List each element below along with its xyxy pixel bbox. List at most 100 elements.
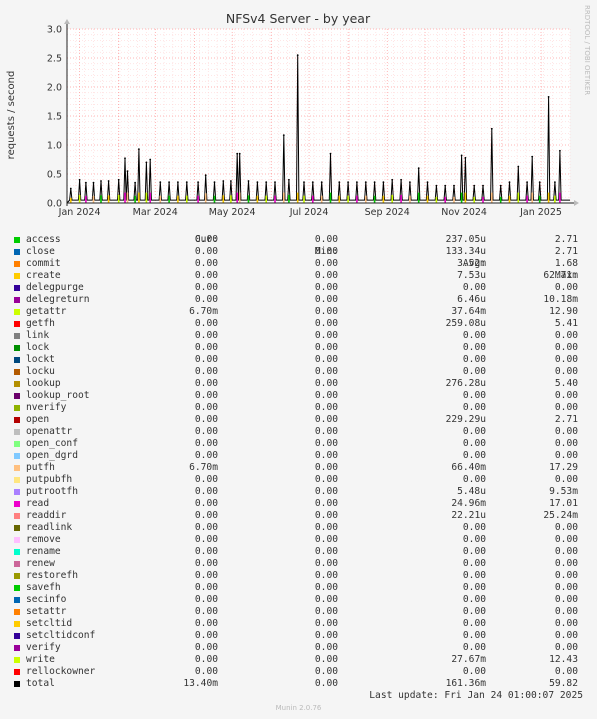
legend-swatch: [14, 501, 20, 507]
series-area-component: [554, 195, 556, 203]
data-point-total: [238, 152, 241, 155]
series-area-component: [453, 196, 455, 203]
series-area-component: [482, 196, 484, 203]
legend-name: verify: [26, 642, 61, 653]
series-area-component: [373, 195, 376, 203]
legend-cur: 0.00: [194, 294, 218, 305]
data-point-total: [124, 157, 126, 160]
series-area-component: [347, 195, 349, 203]
series-area-component: [531, 192, 533, 203]
series-area-component: [265, 195, 267, 203]
legend-min: 0.00: [314, 582, 338, 593]
legend-cur: 0.00: [194, 450, 218, 461]
legend-row-getattr: getattr 6.70m 0.00 37.64m 12.90: [0, 306, 597, 318]
data-point-total: [303, 181, 305, 184]
series-area-component: [312, 195, 314, 203]
legend-row-remove: remove 0.00 0.00 0.00 0.00: [0, 534, 597, 546]
legend-name: lockt: [26, 354, 55, 365]
y-tick-label: 0.5: [47, 170, 62, 181]
data-point-total: [426, 181, 429, 184]
series-area-component: [159, 195, 162, 203]
legend-avg: 0.00: [462, 606, 486, 617]
series-area-component: [391, 194, 393, 203]
legend-min: 0.00: [314, 306, 338, 317]
series-area-component: [338, 195, 341, 203]
data-point-total: [382, 181, 385, 184]
legend-min: 0.00: [314, 366, 338, 377]
legend-swatch: [14, 405, 20, 411]
legend-name: openattr: [26, 426, 73, 437]
data-point-total: [230, 180, 232, 182]
legend-avg: 237.05u: [445, 234, 486, 245]
legend-row-link: link 0.00 0.00 0.00 0.00: [0, 330, 597, 342]
legend-min: 0.00: [314, 606, 338, 617]
legend-cur: 0.00: [194, 654, 218, 665]
legend-row-lockt: lockt 0.00 0.00 0.00 0.00: [0, 354, 597, 366]
legend-cur: 0.00: [194, 582, 218, 593]
legend-swatch: [14, 369, 20, 375]
series-area-component: [138, 192, 140, 203]
legend-row-lock: lock 0.00 0.00 0.00 0.00: [0, 342, 597, 354]
legend-row-savefh: savefh 0.00 0.00 0.00 0.00: [0, 582, 597, 594]
series-area-component: [238, 192, 241, 203]
legend-row-commit: commit 0.00 0.00 3.52m 1.68: [0, 258, 597, 270]
legend-row-putfh: putfh 6.70m 0.00 66.40m 17.29: [0, 462, 597, 474]
legend-swatch: [14, 429, 20, 435]
legend-avg: 259.08u: [445, 318, 486, 329]
data-point-total: [473, 184, 476, 187]
x-tick-label: Sep 2024: [365, 207, 410, 218]
legend-cur: 0.00: [194, 438, 218, 449]
rrdtool-watermark: RRDTOOL / TOBI OETIKER: [583, 5, 591, 95]
legend-min: 0.00: [314, 666, 338, 677]
legend-cur: 0.00: [194, 498, 218, 509]
legend-swatch: [14, 669, 20, 675]
legend-swatch: [14, 333, 20, 339]
series-area-component: [329, 192, 332, 203]
series-area-component: [538, 195, 541, 203]
series-area-component: [222, 195, 225, 203]
legend-min: 0.00: [314, 486, 338, 497]
series-area-component: [526, 195, 528, 203]
data-point-total: [311, 181, 314, 184]
series-area-component: [134, 195, 136, 203]
data-point-total: [508, 181, 511, 184]
legend-name: getattr: [26, 306, 67, 317]
series-area-component: [256, 195, 259, 203]
data-point-total: [347, 181, 349, 184]
legend-avg: 0.00: [462, 450, 486, 461]
legend-max: 62.71m: [543, 270, 578, 281]
legend-name: open_conf: [26, 438, 78, 449]
legend-name: setcltid: [26, 618, 73, 629]
legend-min: 0.00: [314, 342, 338, 353]
data-point-total: [159, 181, 162, 184]
legend-cur: 0.00: [194, 510, 218, 521]
legend-avg: 3.52m: [457, 258, 486, 269]
legend-swatch: [14, 561, 20, 567]
data-point-total: [92, 181, 95, 184]
legend-cur: 0.00: [194, 270, 218, 281]
legend-min: 0.00: [314, 642, 338, 653]
legend-swatch: [14, 453, 20, 459]
series-area-component: [236, 192, 238, 203]
legend-avg: 0.00: [462, 534, 486, 545]
data-point-total: [185, 181, 188, 184]
legend-avg: 0.00: [462, 366, 486, 377]
legend-min: 0.00: [314, 318, 338, 329]
legend-max: 2.71: [554, 414, 578, 425]
data-point-total: [391, 178, 394, 181]
series-area-component: [168, 195, 170, 203]
legend-max: 2.71: [554, 234, 578, 245]
data-point-total: [517, 165, 520, 168]
legend-max: 0.00: [554, 522, 578, 533]
legend-row-putpubfh: putpubfh 0.00 0.00 0.00 0.00: [0, 474, 597, 486]
y-tick-label: 2.5: [47, 54, 62, 65]
legend-swatch: [14, 609, 20, 615]
legend-header: Cur: Min: Avg: Max:: [0, 222, 597, 281]
legend-max: 0.00: [554, 366, 578, 377]
data-point-total: [559, 149, 561, 152]
legend-cur: 0.00: [194, 378, 218, 389]
legend-avg: 0.00: [462, 402, 486, 413]
series-area-component: [177, 195, 179, 203]
data-point-total: [296, 54, 299, 56]
legend-avg: 276.28u: [445, 378, 486, 389]
